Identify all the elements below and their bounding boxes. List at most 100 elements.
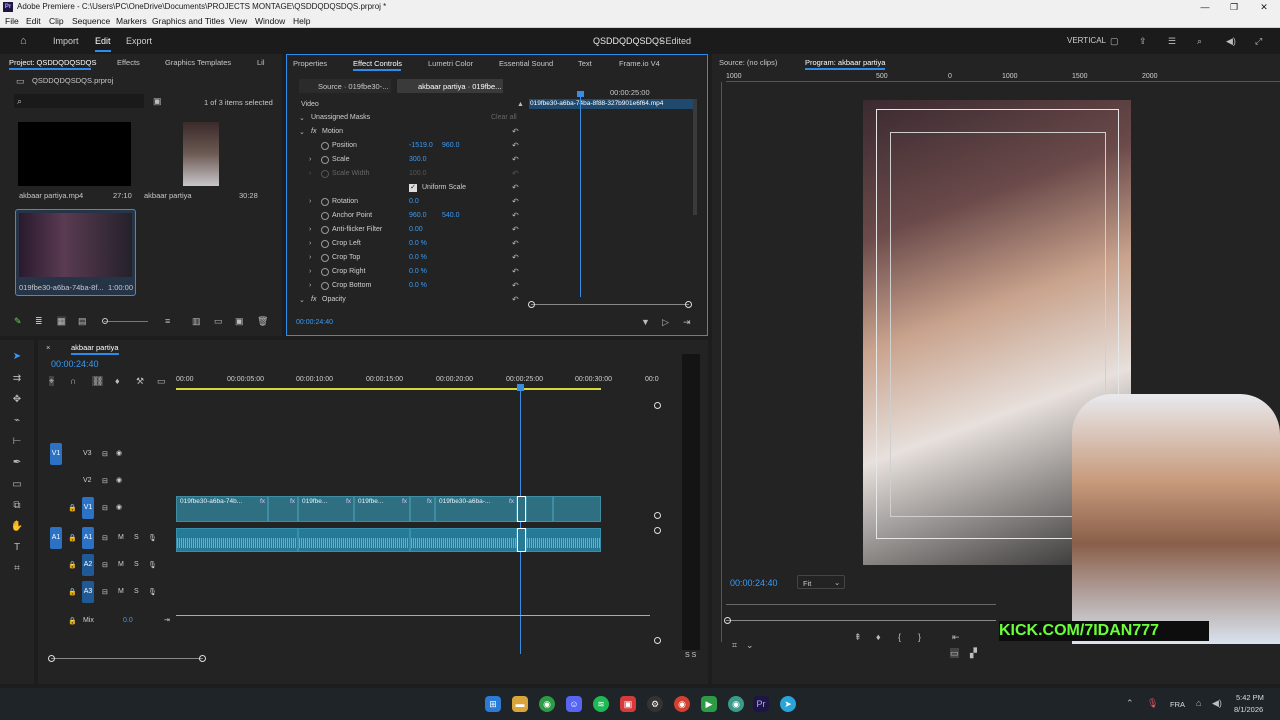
windows-start-icon[interactable]: ⊞ bbox=[485, 696, 501, 712]
mark-out-icon[interactable]: } bbox=[918, 632, 921, 642]
tab-effect-controls[interactable]: Effect Controls bbox=[353, 59, 402, 68]
opacity-twist-icon[interactable]: ⌄ bbox=[299, 296, 305, 304]
crop-right-twist-icon[interactable]: › bbox=[309, 268, 311, 275]
close-sequence-icon[interactable]: × bbox=[46, 343, 50, 352]
rotation-stopwatch-icon[interactable] bbox=[321, 198, 329, 206]
program-timeline-ruler[interactable] bbox=[726, 604, 996, 605]
premiere-taskbar-icon[interactable]: Pr bbox=[753, 696, 769, 712]
timeline-clip[interactable] bbox=[553, 496, 601, 522]
film-icon[interactable]: ⊟ bbox=[102, 477, 108, 485]
clock-date[interactable]: 8/1/2026 bbox=[1234, 705, 1263, 714]
new-bin-button-icon[interactable]: ▭ bbox=[214, 316, 223, 326]
anchor-stopwatch-icon[interactable] bbox=[321, 212, 329, 220]
film-icon[interactable]: ⊟ bbox=[102, 561, 108, 569]
search-input[interactable]: ⌕ bbox=[14, 94, 144, 108]
crop-left-stopwatch-icon[interactable] bbox=[321, 240, 329, 248]
antiflicker-stopwatch-icon[interactable] bbox=[321, 226, 329, 234]
eye-icon[interactable]: ◉ bbox=[116, 503, 122, 511]
uniform-scale-checkbox[interactable]: ✓ bbox=[409, 184, 417, 192]
ec-clip-bar[interactable]: 019fbe30-a6ba-74ba-8f88-327b901e6f64.mp4 bbox=[529, 99, 693, 109]
edit-tab[interactable]: Edit bbox=[95, 36, 111, 46]
solo-button[interactable]: S bbox=[134, 588, 139, 595]
ec-playhead-handle[interactable] bbox=[577, 91, 584, 97]
program-timecode[interactable]: 00:00:24:40 bbox=[730, 578, 778, 588]
mute-button[interactable]: M bbox=[118, 588, 124, 595]
hand-tool-icon[interactable]: ✋ bbox=[9, 520, 25, 534]
close-button[interactable]: ✕ bbox=[1249, 0, 1279, 14]
anchor-x-value[interactable]: 960.0 bbox=[409, 212, 427, 219]
zoom-slider[interactable] bbox=[104, 321, 148, 322]
add-marker-icon[interactable]: ♦ bbox=[115, 376, 120, 386]
compare-view-icon[interactable]: ▭ bbox=[950, 648, 959, 658]
menu-view[interactable]: View bbox=[229, 16, 247, 26]
chrome-icon[interactable]: ◉ bbox=[539, 696, 555, 712]
crop-left-twist-icon[interactable]: › bbox=[309, 240, 311, 247]
rectangle-tool-icon[interactable]: ▭ bbox=[9, 478, 25, 492]
tab-text[interactable]: Text bbox=[578, 59, 592, 68]
opacity-reset-icon[interactable]: ↶ bbox=[512, 295, 519, 304]
position-x-value[interactable]: -1519.0 bbox=[409, 142, 433, 149]
menu-graphics[interactable]: Graphics and Titles bbox=[152, 16, 225, 26]
crop-right-reset-icon[interactable]: ↶ bbox=[512, 267, 519, 276]
crop-top-reset-icon[interactable]: ↶ bbox=[512, 253, 519, 262]
new-item-icon[interactable]: ▣ bbox=[235, 316, 244, 326]
crop-left-value[interactable]: 0.0 % bbox=[409, 240, 427, 247]
lock-icon[interactable]: 🔒 bbox=[68, 561, 77, 569]
mix-end-icon[interactable]: ⇥ bbox=[164, 616, 170, 624]
scale-twist-icon[interactable]: › bbox=[309, 156, 311, 163]
linked-selection-icon[interactable]: ⛓ bbox=[92, 376, 104, 386]
timeline-vscroll-a[interactable] bbox=[654, 527, 661, 534]
mark-in-icon[interactable]: { bbox=[898, 632, 901, 642]
crop-right-stopwatch-icon[interactable] bbox=[321, 268, 329, 276]
tab-essential-sound[interactable]: Essential Sound bbox=[499, 59, 553, 68]
marker-icon[interactable]: ♦ bbox=[876, 632, 881, 642]
position-y-value[interactable]: 960.0 bbox=[442, 142, 460, 149]
telegram-icon[interactable]: ➤ bbox=[780, 696, 796, 712]
work-area-bar[interactable] bbox=[176, 388, 601, 390]
antiflicker-reset-icon[interactable]: ↶ bbox=[512, 225, 519, 234]
timeline-vscroll-top[interactable] bbox=[654, 402, 661, 409]
ec-timecode[interactable]: 00:00:24:40 bbox=[296, 319, 333, 326]
tab-effects[interactable]: Effects bbox=[117, 58, 140, 67]
menu-help[interactable]: Help bbox=[293, 16, 310, 26]
audio-clip[interactable] bbox=[176, 528, 298, 552]
motion-twist-icon[interactable]: ⌄ bbox=[299, 128, 305, 136]
a1-source-patch[interactable]: A1 bbox=[50, 527, 62, 549]
chrome-profile-icon[interactable]: ◉ bbox=[674, 696, 690, 712]
search-icon[interactable]: ⌕ bbox=[1197, 36, 1202, 46]
ec-scrollbar[interactable] bbox=[693, 99, 697, 215]
v1-source-patch[interactable]: V1 bbox=[50, 443, 62, 465]
list-view-icon[interactable]: ≣ bbox=[35, 316, 43, 326]
home-icon[interactable]: ⌂ bbox=[20, 36, 27, 47]
ripple-edit-tool-icon[interactable]: ✥ bbox=[9, 393, 25, 407]
timeline-hscroll-right[interactable] bbox=[199, 655, 206, 662]
captions-icon[interactable]: ▭ bbox=[157, 376, 166, 386]
tab-graphics-templates[interactable]: Graphics Templates bbox=[165, 58, 231, 67]
sequence-clip-tab[interactable]: akbaar partiya · 019fbe... bbox=[397, 79, 503, 93]
uniform-reset-icon[interactable]: ↶ bbox=[512, 183, 519, 192]
crop-bottom-stopwatch-icon[interactable] bbox=[321, 282, 329, 290]
timeline-clip[interactable]: 019fbe30-a6ba-74b... fx bbox=[176, 496, 268, 522]
film-icon[interactable]: ⊟ bbox=[102, 588, 108, 596]
timeline-hscroll-left[interactable] bbox=[48, 655, 55, 662]
export-frame-icon[interactable]: ⇥ bbox=[683, 317, 691, 327]
lock-icon[interactable]: 🔒 bbox=[68, 588, 77, 596]
wrench-icon[interactable]: ⚒ bbox=[136, 376, 144, 386]
mic-icon[interactable]: 🎙 bbox=[148, 561, 157, 569]
play-only-icon[interactable]: ▷ bbox=[662, 317, 669, 327]
anchor-reset-icon[interactable]: ↶ bbox=[512, 211, 519, 220]
menu-clip[interactable]: Clip bbox=[49, 16, 64, 26]
antiflicker-twist-icon[interactable]: › bbox=[309, 226, 311, 233]
file-explorer-icon[interactable]: ▬ bbox=[512, 696, 528, 712]
eye-icon[interactable]: ◉ bbox=[116, 476, 122, 484]
source-clip-tab[interactable]: Source · 019fbe30-... bbox=[299, 79, 391, 93]
mix-value[interactable]: 0.0 bbox=[123, 617, 133, 624]
film-icon[interactable]: ⊟ bbox=[102, 534, 108, 542]
rotation-twist-icon[interactable]: › bbox=[309, 198, 311, 205]
sort-icon[interactable]: ≡ bbox=[165, 316, 170, 326]
antiflicker-value[interactable]: 0.00 bbox=[409, 226, 423, 233]
volume-icon[interactable]: ◀) bbox=[1212, 698, 1222, 708]
mute-button[interactable]: M bbox=[118, 534, 124, 541]
crop-bottom-twist-icon[interactable]: › bbox=[309, 282, 311, 289]
track-a2-label[interactable]: A2 bbox=[82, 554, 94, 576]
